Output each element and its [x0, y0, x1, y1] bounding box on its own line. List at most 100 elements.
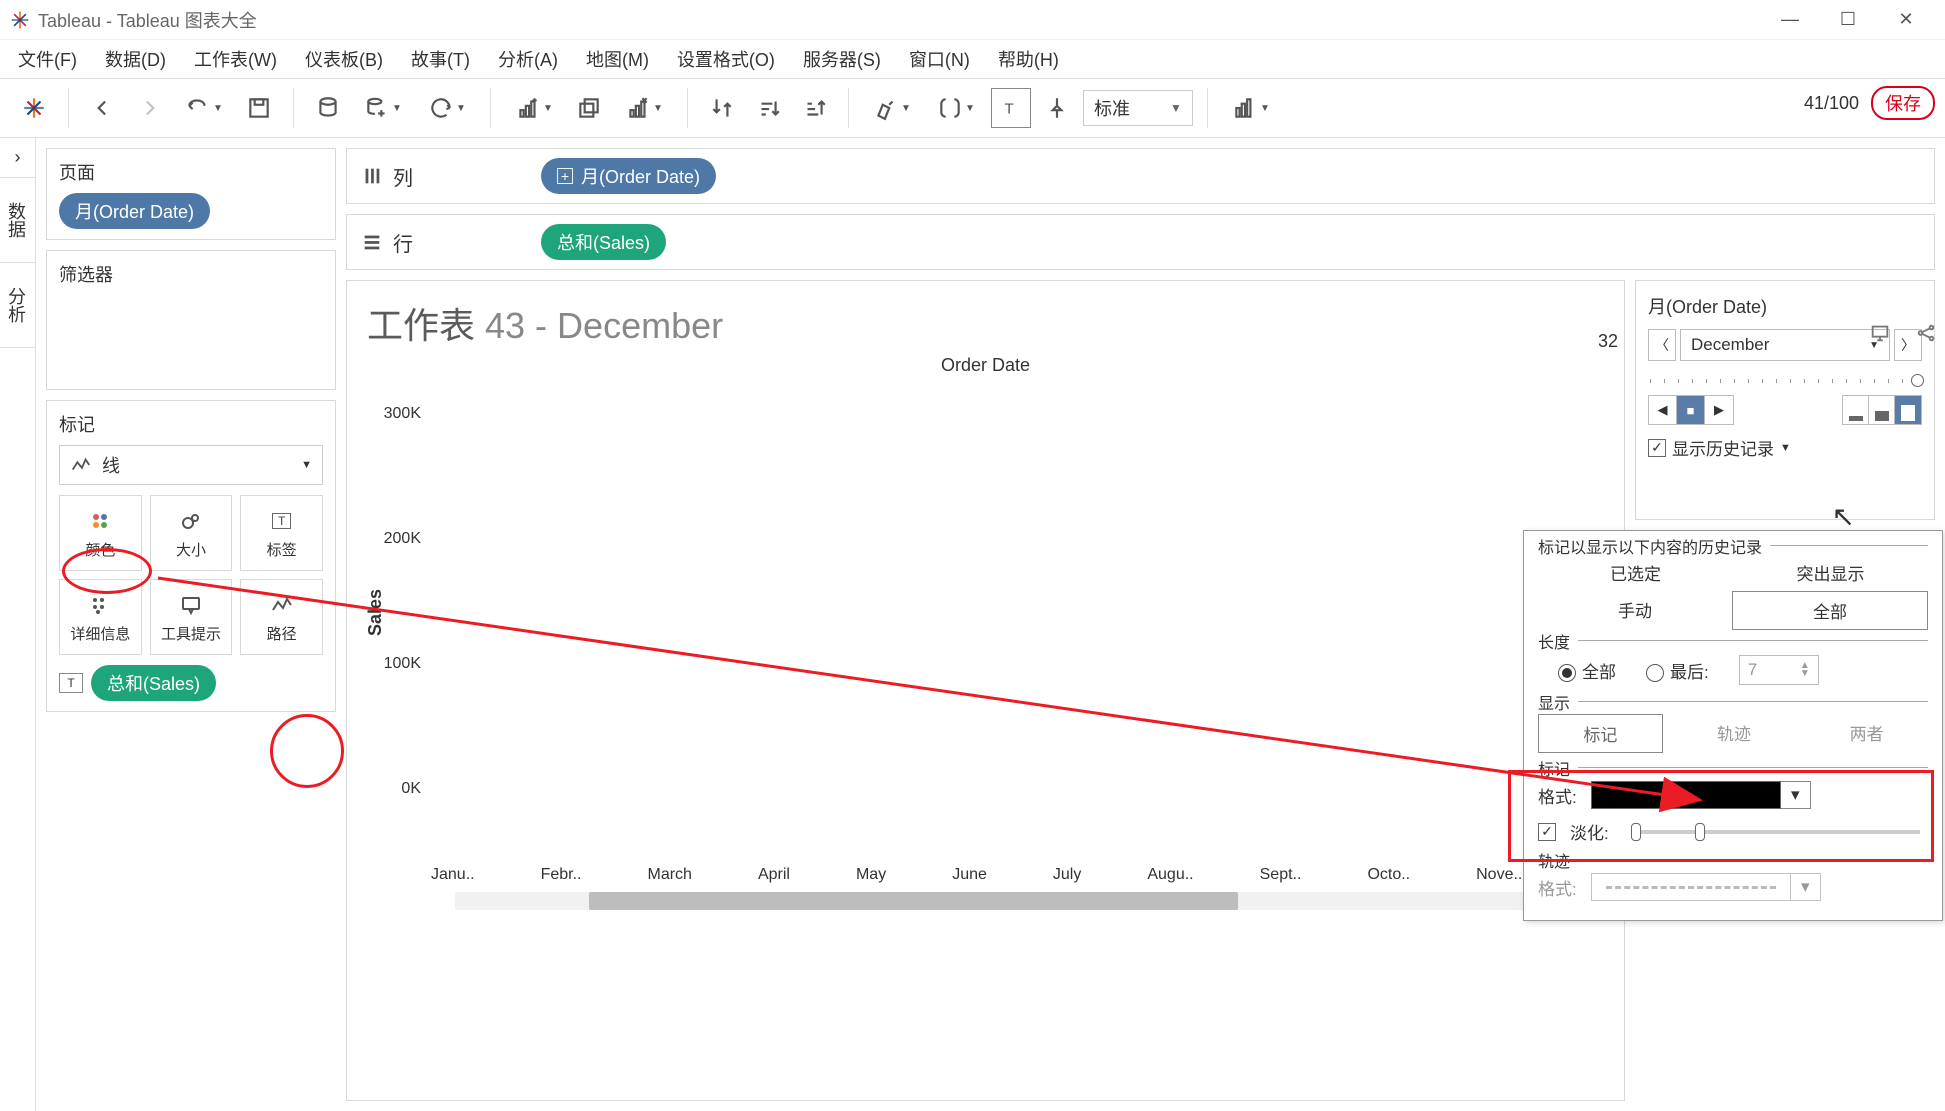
play-forward-button[interactable]: ▶ — [1705, 396, 1733, 424]
sort-asc-button[interactable] — [748, 88, 788, 128]
speed-med-button[interactable] — [1869, 396, 1895, 424]
marks-tooltip-cell[interactable]: 工具提示 — [150, 579, 233, 655]
refresh-datasource-button[interactable]: ▼ — [354, 88, 412, 128]
marks-size-cell[interactable]: 大小 — [150, 495, 233, 571]
group-button[interactable]: ▼ — [927, 88, 985, 128]
highlight-button[interactable]: ▼ — [863, 88, 921, 128]
menu-server[interactable]: 服务器(S) — [803, 46, 881, 72]
history-tab-highlighted[interactable]: 突出显示 — [1733, 554, 1928, 591]
history-length-all-radio[interactable]: 全部 — [1558, 658, 1616, 683]
window-close-button[interactable]: ✕ — [1877, 1, 1935, 39]
menu-data[interactable]: 数据(D) — [105, 46, 166, 72]
tableau-home-icon[interactable] — [14, 88, 54, 128]
rows-pill[interactable]: 总和(Sales) — [541, 224, 666, 260]
history-length-last-input[interactable]: 7▲▼ — [1739, 655, 1819, 685]
menu-worksheet[interactable]: 工作表(W) — [194, 46, 277, 72]
history-show-both[interactable]: 两者 — [1805, 714, 1928, 753]
share-icon[interactable] — [1913, 320, 1939, 346]
speed-slow-button[interactable] — [1843, 396, 1869, 424]
side-tab-data[interactable]: 数据 — [0, 178, 35, 263]
speed-fast-button[interactable] — [1895, 396, 1921, 424]
duplicate-sheet-button[interactable] — [569, 88, 609, 128]
plus-icon: + — [557, 168, 573, 184]
rows-shelf[interactable]: 行 总和(Sales) — [346, 214, 1935, 270]
y-axis-title: Sales — [365, 589, 386, 636]
columns-shelf[interactable]: 列 +月(Order Date) — [346, 148, 1935, 204]
visualization-pane: 工作表 43 - December Order Date 32 Sales 30… — [346, 280, 1625, 1101]
marks-color-cell[interactable]: 颜色 — [59, 495, 142, 571]
page-value-select[interactable]: December▼ — [1680, 329, 1890, 361]
history-fade-checkbox[interactable]: ✓ — [1538, 823, 1556, 841]
show-history-checkbox[interactable]: ✓ — [1648, 439, 1666, 457]
presentation-icon[interactable] — [1867, 320, 1893, 346]
svg-text:T: T — [1005, 100, 1014, 117]
caret-down-icon[interactable]: ▼ — [1780, 442, 1791, 454]
history-show-marks[interactable]: 标记 — [1538, 714, 1663, 753]
menu-map[interactable]: 地图(M) — [586, 46, 649, 72]
redo-button[interactable] — [129, 88, 169, 128]
show-labels-button[interactable]: T — [991, 88, 1031, 128]
history-tab-selected[interactable]: 已选定 — [1538, 554, 1733, 591]
menu-file[interactable]: 文件(F) — [18, 46, 77, 72]
mark-type-select[interactable]: 线 ▼ — [59, 445, 323, 485]
sort-desc-button[interactable] — [794, 88, 834, 128]
chart-area[interactable]: 300K 200K 100K 0K — [427, 386, 1604, 866]
marks-path-cell[interactable]: 路径 — [240, 579, 323, 655]
undo-button[interactable] — [83, 88, 123, 128]
history-marks-color-dropdown[interactable]: ▾ — [1781, 781, 1811, 809]
history-tab-manual[interactable]: 手动 — [1538, 591, 1732, 630]
history-fade-slider[interactable] — [1631, 830, 1920, 834]
menu-window[interactable]: 窗口(N) — [909, 46, 970, 72]
scrollbar-thumb[interactable] — [589, 892, 1238, 910]
pages-pill[interactable]: 月(Order Date) — [59, 193, 210, 229]
show-history-label: 显示历史记录 — [1672, 435, 1774, 460]
swap-rows-cols-button[interactable] — [702, 88, 742, 128]
pause-button[interactable]: ■ — [1677, 396, 1705, 424]
history-show-trails[interactable]: 轨迹 — [1673, 714, 1796, 753]
history-trails-style[interactable] — [1591, 873, 1791, 901]
page-prev-button[interactable]: 〈 — [1648, 329, 1676, 361]
marks-detail-cell[interactable]: 详细信息 — [59, 579, 142, 655]
fit-mode-select[interactable]: 标准 ▼ — [1083, 90, 1193, 126]
text-badge-icon: T — [59, 673, 83, 693]
history-marks-color-swatch[interactable] — [1591, 781, 1781, 809]
horizontal-scrollbar[interactable] — [455, 892, 1574, 910]
menu-story[interactable]: 故事(T) — [411, 46, 470, 72]
menu-help[interactable]: 帮助(H) — [998, 46, 1059, 72]
expand-sidebar-button[interactable]: › — [0, 138, 35, 178]
slider-knob[interactable] — [1911, 374, 1924, 387]
playback-controls: ◀ ■ ▶ — [1648, 395, 1734, 425]
clear-sheet-button[interactable]: ▼ — [615, 88, 673, 128]
auto-update-button[interactable]: ▼ — [418, 88, 476, 128]
page-slider[interactable] — [1650, 379, 1920, 383]
save-button[interactable] — [239, 88, 279, 128]
menu-format[interactable]: 设置格式(O) — [677, 46, 775, 72]
new-worksheet-button[interactable]: ▼ — [505, 88, 563, 128]
marks-label-cell[interactable]: T标签 — [240, 495, 323, 571]
history-length-last-radio[interactable]: 最后: — [1646, 658, 1709, 683]
undo-history-button[interactable]: ▼ — [175, 88, 233, 128]
window-title: Tableau - Tableau 图表大全 — [38, 7, 257, 33]
menu-dashboard[interactable]: 仪表板(B) — [305, 46, 383, 72]
sheet-title[interactable]: 工作表 43 - December — [367, 297, 1604, 349]
max-value-label: 32 — [1598, 331, 1618, 352]
side-tab-analytics[interactable]: 分析 — [0, 263, 35, 348]
save-pill-button[interactable]: 保存 — [1871, 86, 1935, 120]
y-tick-200k: 200K — [371, 530, 421, 548]
history-trails-style-dropdown[interactable]: ▾ — [1791, 873, 1821, 901]
window-minimize-button[interactable]: — — [1761, 1, 1819, 39]
marks-measure-pill[interactable]: 总和(Sales) — [91, 665, 216, 701]
rows-label: 行 — [393, 228, 413, 257]
menu-analysis[interactable]: 分析(A) — [498, 46, 558, 72]
new-datasource-button[interactable] — [308, 88, 348, 128]
history-scope-tabs: 已选定 突出显示 — [1538, 554, 1928, 591]
pin-button[interactable] — [1037, 88, 1077, 128]
show-me-button[interactable]: ▼ — [1222, 88, 1280, 128]
window-maximize-button[interactable]: ☐ — [1819, 1, 1877, 39]
y-tick-300k: 300K — [371, 405, 421, 423]
filters-card: 筛选器 — [46, 250, 336, 390]
history-tab-all[interactable]: 全部 — [1732, 591, 1928, 630]
toolbar: ▼ ▼ ▼ ▼ ▼ ▼ ▼ T 标准 ▼ ▼ — [0, 78, 1945, 138]
columns-pill[interactable]: +月(Order Date) — [541, 158, 716, 194]
play-back-button[interactable]: ◀ — [1649, 396, 1677, 424]
